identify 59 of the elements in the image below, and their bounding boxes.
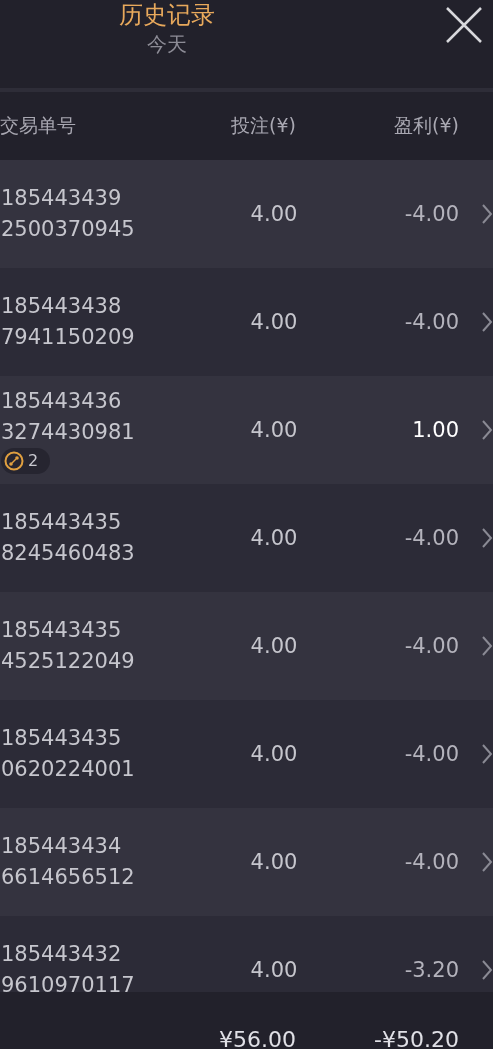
order-number: 3274430981 [1,419,135,446]
profit-amount: -4.00 [403,634,459,658]
stake-amount: 4.00 [249,418,298,442]
close-icon [445,6,483,44]
chevron-icon [481,743,493,765]
order-number: 6614656512 [1,864,135,891]
profit-amount: -4.00 [403,742,459,766]
chevron-icon [481,635,493,657]
column-header: 投注(¥) [230,113,296,138]
chevron-icon [481,527,493,549]
record-row[interactable]: 185443435 4525122049 4.00 -4.00 [0,592,493,700]
record-row[interactable]: 185443439 2500370945 4.00 -4.00 [0,160,493,268]
stake-amount: 4.00 [249,850,298,874]
order-number: 185443432 [1,941,122,968]
record-row[interactable]: 185443432 9610970117 4.00 -3.20 [0,916,493,992]
order-number: 185443435 [1,617,122,644]
order-number: 185443434 [1,833,122,860]
stake-amount: 4.00 [249,202,298,226]
order-number: 2500370945 [1,216,135,243]
order-number: 8245460483 [1,540,135,567]
order-number: 4525122049 [1,648,135,675]
stake-amount: 4.00 [249,310,298,334]
record-row[interactable]: 185443435 0620224001 4.00 -4.00 [0,700,493,808]
chevron-icon [481,203,493,225]
order-number: 185443435 [1,725,122,752]
record-row[interactable]: 185443438 7941150209 4.00 -4.00 [0,268,493,376]
profit-amount: 1.00 [411,418,459,442]
order-number: 185443435 [1,509,122,536]
stake-amount: 4.00 [249,742,298,766]
order-number: 185443438 [1,293,122,320]
page-title: 历史记录 [118,0,215,30]
profit-amount: -4.00 [403,202,459,226]
stake-amount: 4.00 [249,526,298,550]
profit-amount: -4.00 [403,526,459,550]
column-header: 盈利(¥) [393,113,459,138]
chevron-icon [481,419,493,441]
chevron-icon [481,851,493,873]
order-number: 0620224001 [1,756,135,783]
total-stake: ¥56.00 [218,1026,296,1049]
close-button[interactable] [445,6,483,44]
profit-amount: -4.00 [403,310,459,334]
coin-icon [4,451,24,471]
record-row[interactable]: 185443435 8245460483 4.00 -4.00 [0,484,493,592]
record-row[interactable]: 185443436 3274430981 2 4.00 1.00 [0,376,493,484]
order-number: 7941150209 [1,324,135,351]
total-profit: -¥50.20 [373,1026,459,1049]
profit-amount: -3.20 [403,958,459,982]
date-filter[interactable]: 今天 [146,30,187,58]
stake-amount: 4.00 [249,958,298,982]
stake-amount: 4.00 [249,634,298,658]
profit-amount: -4.00 [403,850,459,874]
order-number: 185443439 [1,185,122,212]
chevron-icon [481,311,493,333]
column-header: 交易单号 [0,113,77,138]
order-number: 9610970117 [1,972,135,992]
order-number: 185443436 [1,388,122,415]
record-row[interactable]: 185443434 6614656512 4.00 -4.00 [0,808,493,916]
chevron-icon [481,959,493,981]
badge-count: 2 [28,450,39,472]
